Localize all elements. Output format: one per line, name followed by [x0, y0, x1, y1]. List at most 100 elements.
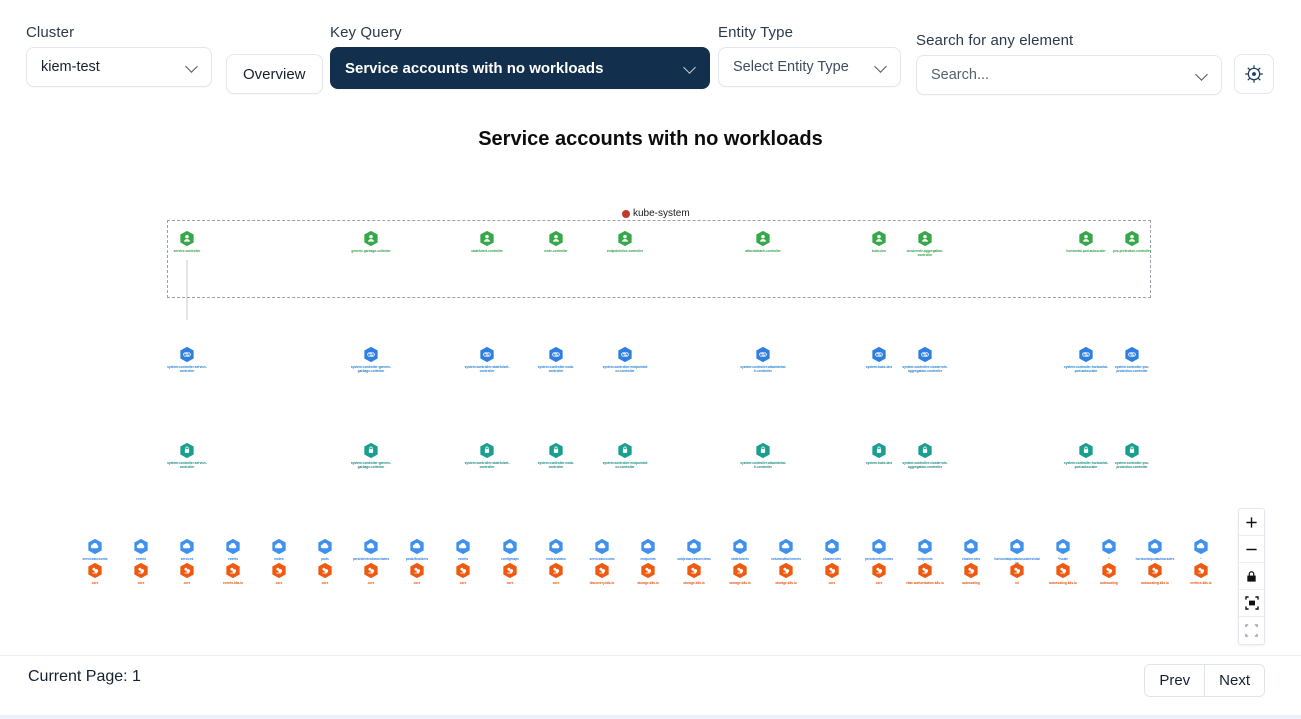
verb-glyph	[225, 562, 242, 579]
graph-node-label: *	[1108, 557, 1110, 561]
lock-button[interactable]	[1239, 563, 1264, 590]
overview-button[interactable]: Overview	[226, 54, 323, 94]
resource-icon	[226, 538, 240, 555]
cluster-select[interactable]: kiem-test	[26, 47, 212, 87]
role-icon	[1125, 442, 1139, 459]
graph-node-label: clusterrole-aggregation-controller	[906, 249, 944, 257]
entity-type-value: Select Entity Type	[733, 59, 849, 75]
kubernetes-button[interactable]	[1234, 54, 1274, 94]
role-icon	[180, 442, 194, 459]
graph-canvas[interactable]: kube-system service-controller generic-ga…	[0, 170, 1301, 650]
resource-icon	[318, 538, 332, 555]
role-icon	[872, 442, 886, 459]
graph-node-label: autoscaling.k8s.io	[1141, 581, 1169, 585]
namespace-name: kube-system	[633, 208, 690, 219]
verb-icon	[1102, 562, 1116, 579]
role-glyph	[871, 442, 888, 459]
resource-icon	[1148, 538, 1162, 555]
zoom-out-button[interactable]	[1239, 536, 1264, 563]
kubernetes-button-wrap	[1234, 54, 1274, 94]
graph-node-label: pvc-protection-controller	[1113, 249, 1151, 253]
graph-node-label: system:controller:pvc-protection-control…	[1114, 365, 1150, 373]
resource-icon	[687, 538, 701, 555]
verb-icon	[1010, 562, 1024, 579]
service-account-icon	[756, 230, 770, 247]
resource-icon	[595, 538, 609, 555]
graph-node-label: horizontalpodautoscalers	[1135, 557, 1175, 561]
verb-glyph	[179, 562, 196, 579]
resource-glyph	[317, 538, 334, 555]
graph-node-label: autoscaling	[962, 581, 980, 585]
verb-icon	[825, 562, 839, 579]
graph-node-label: *	[1200, 557, 1202, 561]
resource-icon	[733, 538, 747, 555]
verb-icon	[1148, 562, 1162, 579]
key-query-select[interactable]: Service accounts with no workloads	[330, 47, 710, 89]
graph-node-label: events	[135, 557, 147, 561]
role-glyph	[179, 442, 196, 459]
verb-glyph	[963, 562, 980, 579]
namespace-label: kube-system	[622, 208, 690, 219]
graph-node-label: autoscaling	[1100, 581, 1118, 585]
plus-icon	[1246, 516, 1257, 528]
resource-glyph	[87, 538, 104, 555]
graph-node-label: volumeattachments	[771, 557, 801, 561]
service-account-glyph	[617, 230, 634, 247]
resource-icon	[918, 538, 932, 555]
fit-view-button[interactable]	[1239, 590, 1264, 617]
role-binding-glyph	[1124, 346, 1141, 363]
verb-glyph	[133, 562, 150, 579]
resource-icon	[641, 538, 655, 555]
service-account-icon	[618, 230, 632, 247]
service-account-icon	[480, 230, 494, 247]
role-binding-icon	[364, 346, 378, 363]
service-account-icon	[1079, 230, 1093, 247]
verb-glyph	[271, 562, 288, 579]
chevron-down-icon	[1195, 68, 1209, 82]
graph-node-label: system:controller:clusterrole-aggregatio…	[902, 461, 948, 469]
graph-node-label: core	[137, 581, 145, 585]
next-button[interactable]: Next	[1205, 665, 1264, 696]
verb-glyph	[87, 562, 104, 579]
resource-glyph	[1193, 538, 1210, 555]
graph-node-label: system:controller:endpointslice-controll…	[602, 365, 648, 373]
chevron-down-icon	[185, 60, 199, 74]
graph-node-label: configmaps	[501, 557, 519, 561]
entity-type-label: Entity Type	[718, 24, 794, 41]
graph-node-label: endpoints	[917, 557, 933, 561]
role-binding-icon	[618, 346, 632, 363]
zoom-in-button[interactable]	[1239, 509, 1264, 536]
graph-node-label: discovery.k8s.io	[589, 581, 615, 585]
graph-node-label: system:controller:endpointslice-controll…	[602, 461, 648, 469]
service-account-glyph	[1078, 230, 1095, 247]
search-combobox[interactable]: Search...	[916, 55, 1222, 95]
resource-icon	[1056, 538, 1070, 555]
resource-icon	[180, 538, 194, 555]
verb-icon	[410, 562, 424, 579]
graph-node-label: nil	[1015, 581, 1019, 585]
entity-type-select[interactable]: Select Entity Type	[718, 47, 901, 87]
graph-node-label: */scale	[1057, 557, 1069, 561]
lock-icon	[1247, 570, 1256, 582]
role-binding-icon	[756, 346, 770, 363]
graph-node-label: system:controller:generic-garbage-collec…	[350, 365, 392, 373]
role-icon	[364, 442, 378, 459]
role-icon	[480, 442, 494, 459]
role-glyph	[548, 442, 565, 459]
toggle-interactivity-button[interactable]	[1239, 617, 1264, 644]
graph-node-label: horizontal-pod-autoscaler	[1066, 249, 1106, 253]
graph-node-label: core	[183, 581, 191, 585]
graph-node-label: system:controller:horizontal-pod-autosca…	[1063, 461, 1109, 469]
service-account-glyph	[548, 230, 565, 247]
graph-node-label: endpointslice-controller	[606, 249, 644, 253]
resource-glyph	[824, 538, 841, 555]
graph-node-label: rbac.authorization.k8s.io	[906, 581, 944, 585]
verb-icon	[549, 562, 563, 579]
namespace-boundary	[167, 220, 1151, 298]
prev-button[interactable]: Prev	[1145, 665, 1206, 696]
role-binding-glyph	[179, 346, 196, 363]
role-binding-glyph	[917, 346, 934, 363]
toolbar: Cluster kiem-test Overview Key Query Ser…	[0, 0, 1301, 106]
service-account-icon	[872, 230, 886, 247]
chevron-down-icon	[683, 61, 697, 75]
